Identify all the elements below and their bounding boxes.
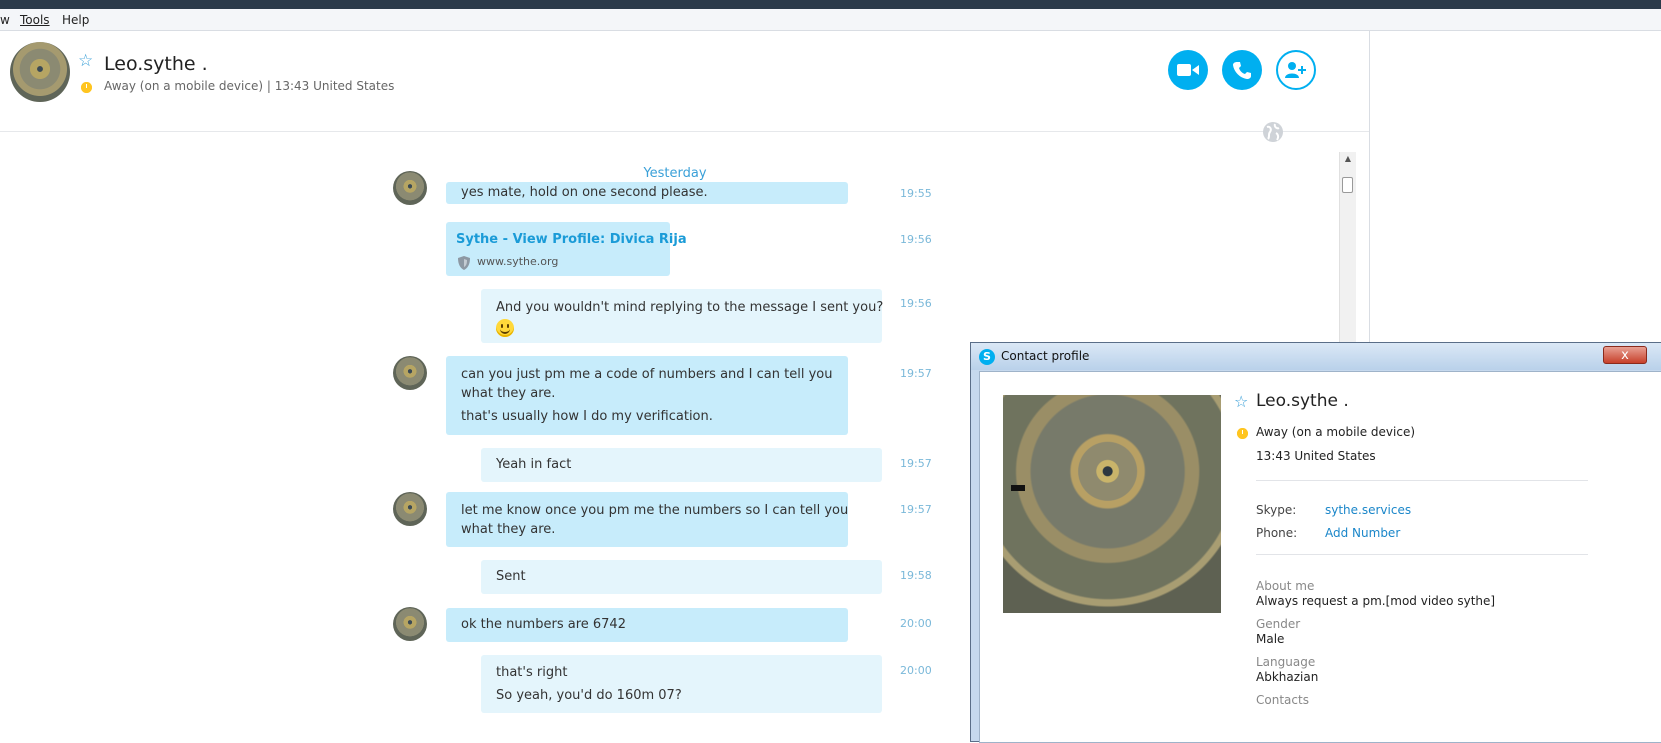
message-bubble[interactable]: Sent [481,560,882,594]
contacts-label: Contacts [1256,693,1309,707]
about-label: About me [1256,579,1315,593]
message-bubble[interactable]: And you wouldn't mind replying to the me… [481,289,884,343]
about-value: Always request a pm.[mod video sythe] [1256,594,1496,608]
message-avatar[interactable] [393,607,427,641]
message-text: yes mate, hold on one second please. [461,185,708,200]
skype-logo-icon: S [979,349,995,365]
message-time: 20:00 [900,664,932,677]
menu-bar: w Tools Help [0,9,1661,31]
message-time: 19:57 [900,367,932,380]
message-avatar[interactable] [393,492,427,526]
profile-photo [1003,395,1221,613]
shield-icon [458,256,470,270]
phone-icon [1233,62,1251,79]
message-text: let me know once you pm me the numbers s… [461,503,849,518]
profile-divider [1256,554,1588,555]
smiley-emoticon-icon [496,319,514,337]
menu-view[interactable]: w [0,13,10,27]
audio-call-button[interactable] [1222,50,1262,90]
video-camera-icon [1177,64,1199,76]
close-button[interactable]: x [1603,346,1647,364]
message-avatar[interactable] [393,171,427,205]
profile-divider [1256,480,1588,481]
add-number-link[interactable]: Add Number [1325,526,1400,540]
message-bubble[interactable]: ok the numbers are 6742 [446,608,848,642]
language-value: Abkhazian [1256,670,1319,684]
contact-name[interactable]: Leo.sythe . [104,53,208,75]
message-text: can you just pm me a code of numbers and… [461,367,833,382]
contact-profile-window: S Contact profile x ☆ Leo.sythe . Away (… [970,342,1661,743]
star-outline-icon[interactable]: ☆ [1234,393,1248,410]
status-text: Away (on a mobile device) [104,79,264,93]
message-time: 19:56 [900,233,932,246]
message-time: 19:55 [900,187,932,200]
profile-local-time: 13:43 United States [1256,449,1376,463]
message-time: 19:57 [900,503,932,516]
message-text: what they are. [461,386,556,401]
message-text: that's right [496,665,568,680]
day-separator: Yesterday [643,166,707,181]
message-time: 19:56 [900,297,932,310]
language-label: Language [1256,655,1316,669]
link-title[interactable]: Sythe - View Profile: Divica Rija [456,232,687,247]
scroll-thumb[interactable] [1342,177,1353,193]
contact-avatar[interactable] [10,42,70,102]
video-call-button[interactable] [1168,50,1208,90]
message-bubble[interactable]: Yeah in fact [481,448,882,482]
star-outline-icon[interactable]: ☆ [78,53,93,70]
scroll-up-arrow-icon[interactable]: ▲ [1340,152,1356,166]
profile-status: Away (on a mobile device) [1256,425,1416,439]
profile-body: ☆ Leo.sythe . Away (on a mobile device) … [979,371,1661,743]
message-text: So yeah, you'd do 160m 07? [496,688,682,703]
message-time: 20:00 [900,617,932,630]
message-text: ok the numbers are 6742 [461,617,626,632]
link-preview-bubble[interactable]: Sythe - View Profile: Divica Rija www.sy… [446,222,687,276]
add-people-button[interactable] [1276,50,1316,90]
gender-label: Gender [1256,617,1301,631]
message-text: And you wouldn't mind replying to the me… [496,300,884,315]
skype-label: Skype: [1256,503,1297,517]
os-taskbar-strip [0,0,1661,9]
menu-tools[interactable]: Tools [20,13,50,27]
profile-name: Leo.sythe . [1256,391,1349,411]
message-bubble[interactable]: let me know once you pm me the numbers s… [446,492,848,547]
message-time: 19:57 [900,457,932,470]
message-avatar[interactable] [393,356,427,390]
conversation-header: ☆ Leo.sythe . Away (on a mobile device) … [0,31,1370,131]
link-url: www.sythe.org [477,255,559,268]
message-time: 19:58 [900,569,932,582]
contact-status: Away (on a mobile device) | 13:43 United… [104,79,394,93]
message-text: that's usually how I do my verification. [461,409,713,424]
message-bubble[interactable]: can you just pm me a code of numbers and… [446,356,848,435]
gender-value: Male [1256,632,1285,646]
away-status-icon [81,82,92,93]
local-time: | 13:43 United States [266,79,395,93]
message-text: Yeah in fact [496,457,572,472]
window-title: Contact profile [1001,349,1090,363]
phone-label: Phone: [1256,526,1298,540]
menu-help[interactable]: Help [62,13,89,27]
message-text: Sent [496,569,526,584]
message-bubble[interactable]: that's right So yeah, you'd do 160m 07? [481,655,882,713]
add-person-icon [1285,62,1306,78]
message-bubble[interactable]: yes mate, hold on one second please. [446,182,848,204]
skype-name-link[interactable]: sythe.services [1325,503,1411,517]
away-status-icon [1237,428,1248,439]
window-title-bar[interactable]: S Contact profile x [971,343,1661,370]
message-text: what they are. [461,522,556,537]
